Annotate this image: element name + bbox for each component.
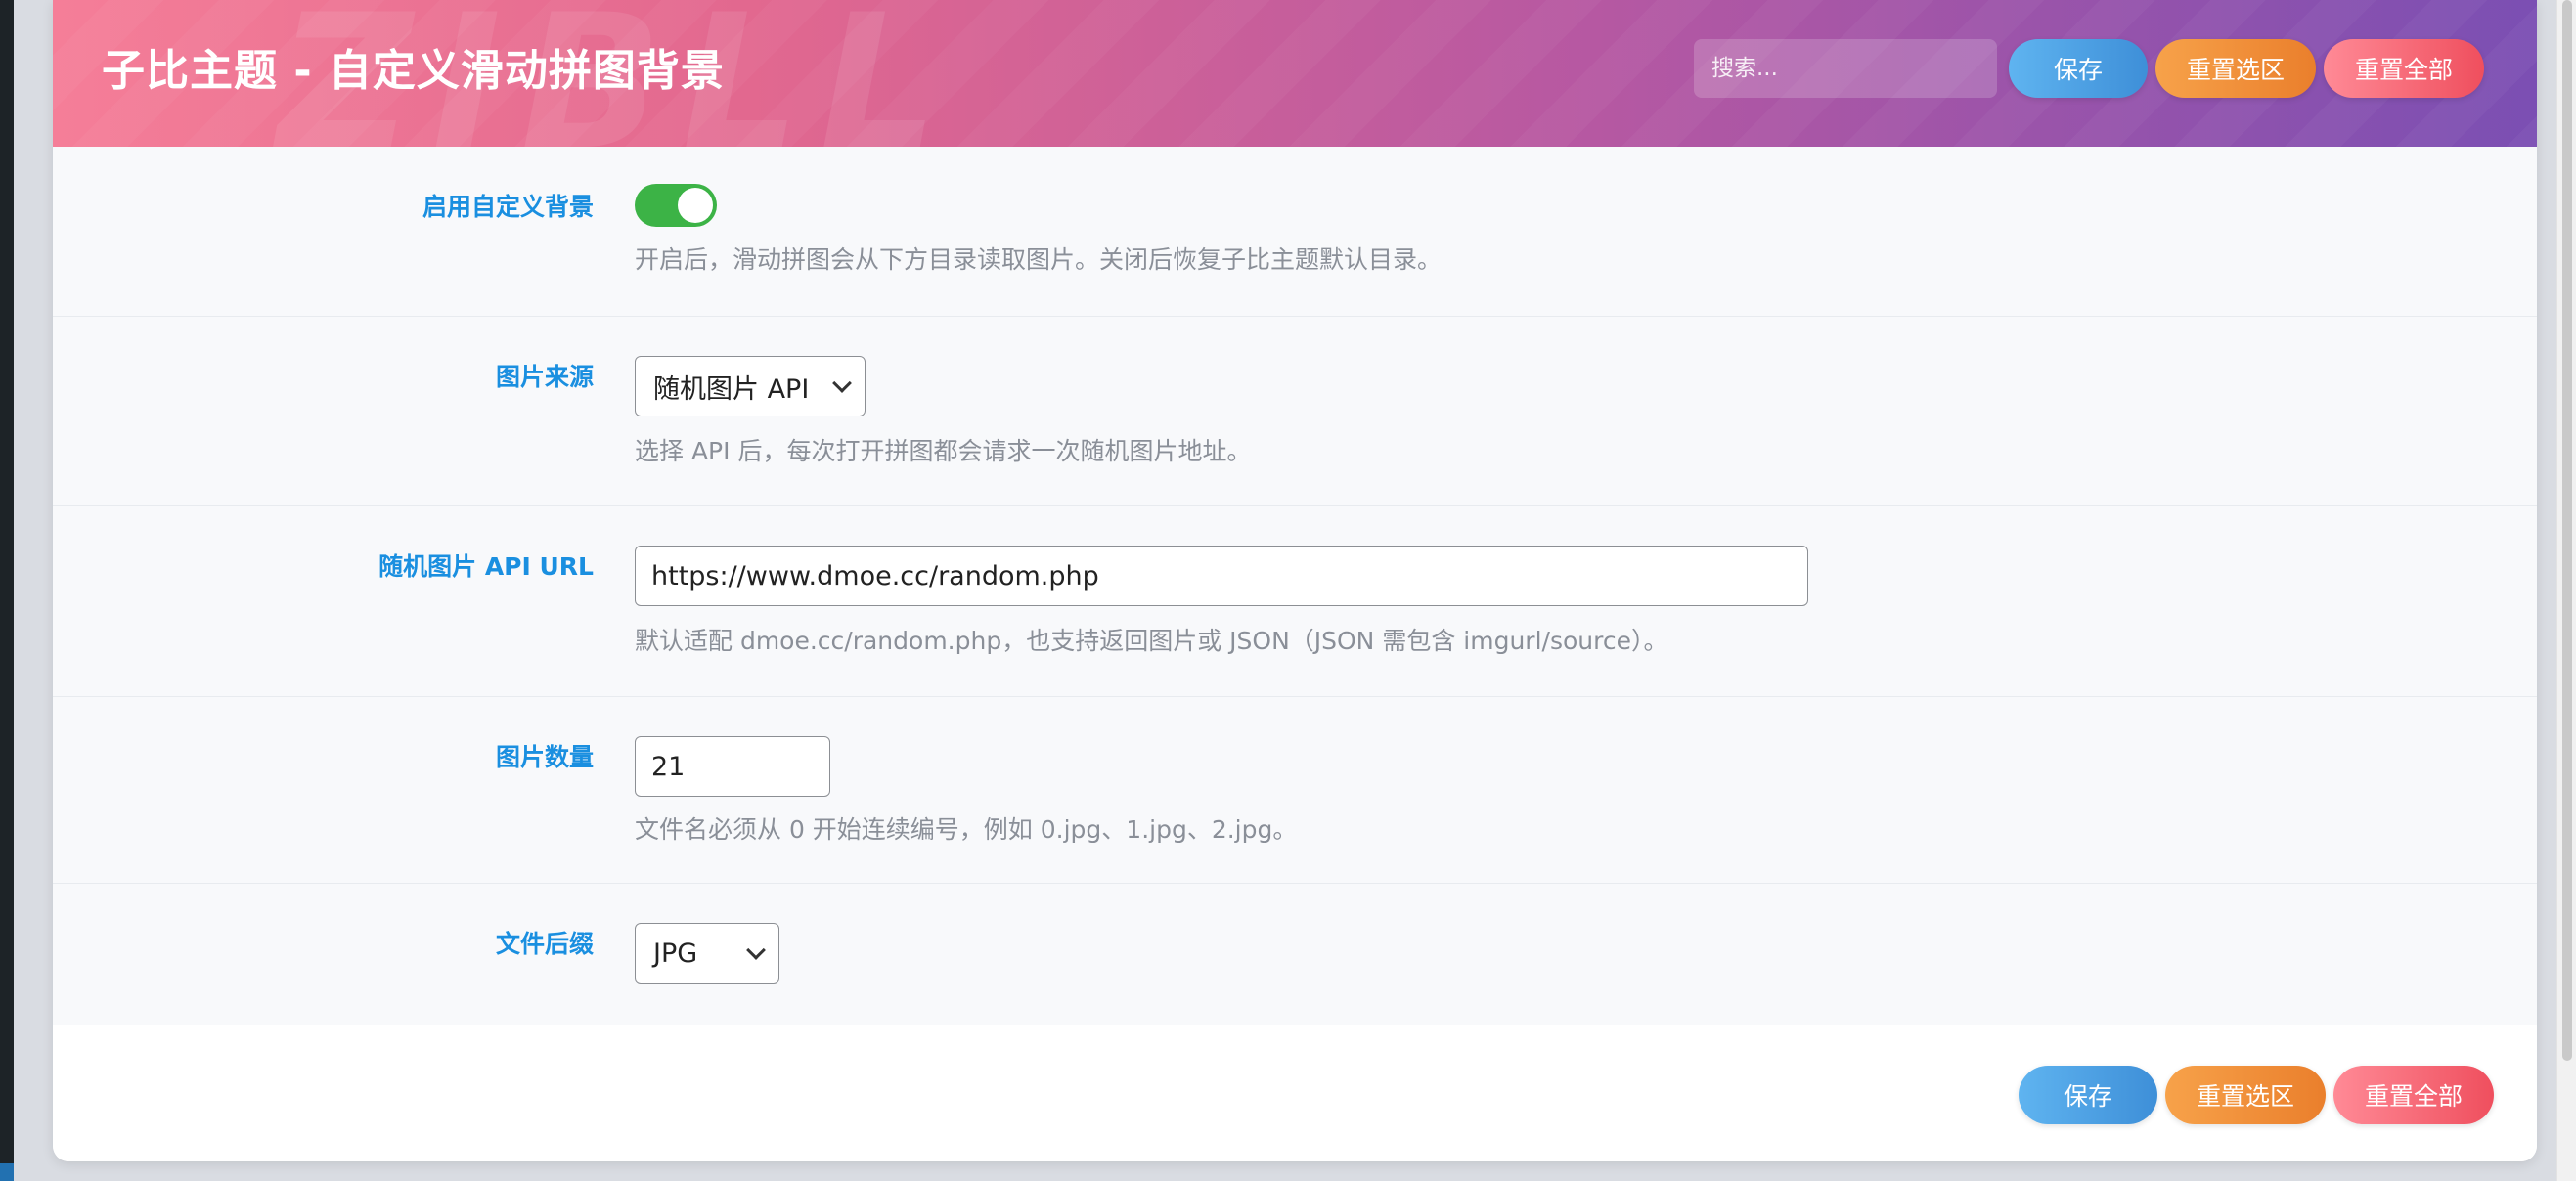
search-input[interactable] [1694, 39, 1997, 98]
enable-label: 启用自定义背景 [422, 193, 594, 221]
page-scrollbar[interactable] [2556, 0, 2576, 1181]
enable-toggle[interactable] [635, 184, 717, 227]
source-label: 图片来源 [495, 363, 594, 391]
row-file-suffix: 文件后缀 JPG [53, 884, 2537, 1027]
source-desc: 选择 API 后，每次打开拼图都会请求一次随机图片地址。 [635, 437, 1252, 465]
count-value: 21 [651, 751, 686, 782]
footer-reset-section-button[interactable]: 重置选区 [2165, 1066, 2326, 1124]
source-select[interactable]: 随机图片 API [635, 356, 866, 416]
source-select-value: 随机图片 API [653, 373, 810, 405]
enable-desc: 开启后，滑动拼图会从下方目录读取图片。关闭后恢复子比主题默认目录。 [635, 245, 1443, 274]
suffix-select[interactable]: JPG [635, 923, 779, 984]
footer-save-button[interactable]: 保存 [2019, 1066, 2157, 1124]
save-button[interactable]: 保存 [2009, 39, 2148, 98]
api-url-desc: 默认适配 dmoe.cc/random.php，也支持返回图片或 JSON（JS… [635, 627, 1668, 655]
chevron-down-icon [832, 373, 852, 393]
footer-reset-all-button[interactable]: 重置全部 [2333, 1066, 2494, 1124]
reset-all-button[interactable]: 重置全部 [2324, 39, 2484, 98]
count-desc: 文件名必须从 0 开始连续编号，例如 0.jpg、1.jpg、2.jpg。 [635, 815, 1298, 844]
row-api-url: 随机图片 API URL https://www.dmoe.cc/random.… [53, 506, 2537, 697]
toggle-knob [678, 188, 713, 223]
count-input[interactable]: 21 [635, 736, 830, 797]
suffix-label: 文件后缀 [495, 930, 594, 958]
row-image-source: 图片来源 随机图片 API 选择 API 后，每次打开拼图都会请求一次随机图片地… [53, 317, 2537, 506]
api-url-value: https://www.dmoe.cc/random.php [651, 560, 1099, 591]
page-title: 子比主题 - 自定义滑动拼图背景 [102, 46, 725, 96]
row-image-count: 图片数量 21 文件名必须从 0 开始连续编号，例如 0.jpg、1.jpg、2… [53, 697, 2537, 884]
api-url-label: 随机图片 API URL [378, 552, 594, 581]
chevron-down-icon [746, 940, 766, 960]
count-label: 图片数量 [495, 743, 594, 771]
settings-panel: ZIBLL 子比主题 - 自定义滑动拼图背景 保存 重置选区 重置全部 启用自定… [53, 0, 2537, 1161]
row-enable-custom-bg: 启用自定义背景 开启后，滑动拼图会从下方目录读取图片。关闭后恢复子比主题默认目录… [53, 147, 2537, 317]
panel-header: ZIBLL 子比主题 - 自定义滑动拼图背景 保存 重置选区 重置全部 [53, 0, 2537, 147]
api-url-input[interactable]: https://www.dmoe.cc/random.php [635, 546, 1808, 606]
admin-sidebar-edge [0, 0, 14, 1181]
footer-actions: 保存 重置选区 重置全部 [2019, 1066, 2494, 1124]
scrollbar-thumb[interactable] [2562, 0, 2572, 1061]
suffix-select-value: JPG [653, 938, 698, 969]
header-actions: 保存 重置选区 重置全部 [1694, 39, 2484, 98]
panel-footer: 保存 重置选区 重置全部 [53, 1025, 2537, 1161]
reset-section-button[interactable]: 重置选区 [2155, 39, 2316, 98]
